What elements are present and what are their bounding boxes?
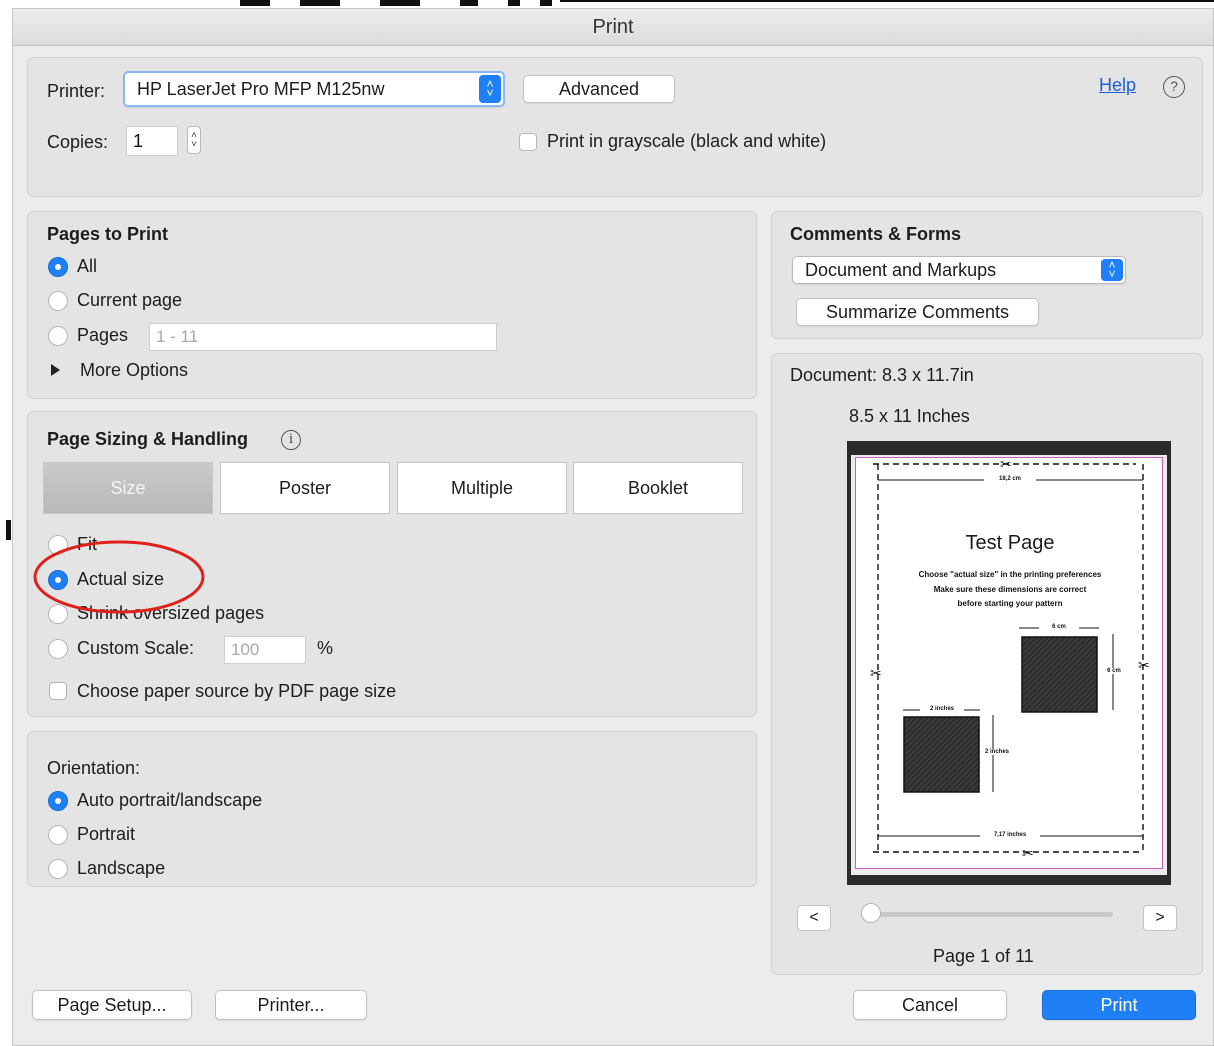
radio-current-page-label: Current page — [77, 290, 183, 310]
chevron-updown-icon: ˄ ˅ — [479, 75, 501, 103]
chevron-updown-icon: ˄ ˅ — [1101, 259, 1123, 281]
print-button[interactable]: Print — [1042, 990, 1196, 1020]
test-page-line-2: Make sure these dimensions are correct — [933, 585, 1087, 594]
dimension-square-cm-height: 6 cm — [1101, 668, 1127, 674]
radio-custom-scale[interactable] — [48, 639, 68, 659]
radio-pages-label: Pages — [77, 325, 129, 345]
copies-stepper[interactable]: ˄ ˅ — [187, 126, 201, 154]
paper-source-checkbox[interactable] — [49, 682, 67, 700]
print-dialog: Print Printer: HP LaserJet Pro MFP M125n… — [12, 8, 1214, 1046]
next-page-button[interactable]: > — [1143, 905, 1177, 931]
radio-landscape-label: Landscape — [77, 858, 166, 878]
advanced-button[interactable]: Advanced — [523, 75, 675, 103]
preview-paper: ✂ ✂ ✂ ✂ Test Page Choose "actual size" i… — [851, 455, 1167, 875]
previous-page-button[interactable]: < — [797, 905, 831, 931]
background-line — [560, 0, 1214, 2]
dimension-square-cm-width: 6 cm — [1039, 624, 1079, 630]
radio-landscape[interactable] — [48, 859, 68, 879]
info-icon[interactable]: i — [281, 430, 301, 450]
document-size-label: Document: 8.3 x 11.7in — [790, 365, 974, 385]
copies-label: Copies: — [47, 132, 109, 152]
comments-forms-select[interactable]: Document and Markups ˄ ˅ — [792, 256, 1126, 284]
radio-current-page[interactable] — [48, 291, 68, 311]
scissors-icon: ✂ — [870, 665, 882, 681]
preview-page: ✂ ✂ ✂ ✂ Test Page Choose "actual size" i… — [855, 457, 1163, 869]
printer-select[interactable]: HP LaserJet Pro MFP M125nw ˄ ˅ — [123, 71, 505, 107]
page-sizing-title: Page Sizing & Handling — [47, 429, 249, 449]
background-mark — [240, 0, 270, 6]
background-mark — [300, 0, 340, 6]
custom-scale-input[interactable]: 100 — [224, 636, 306, 664]
printer-label: Printer: — [47, 81, 106, 101]
paper-size-label: 8.5 x 11 Inches — [849, 406, 970, 426]
grayscale-checkbox[interactable] — [519, 133, 537, 151]
radio-portrait-label: Portrait — [77, 824, 136, 844]
radio-all[interactable] — [48, 257, 68, 277]
printer-button[interactable]: Printer... — [215, 990, 367, 1020]
radio-pages[interactable] — [48, 326, 68, 346]
background-mark — [6, 520, 11, 540]
page-preview: ✂ ✂ ✂ ✂ Test Page Choose "actual size" i… — [847, 441, 1171, 885]
radio-all-label: All — [77, 256, 98, 276]
test-page-line-3: before starting your pattern — [957, 599, 1063, 608]
page-slider-knob[interactable] — [861, 903, 881, 923]
background-mark — [540, 0, 552, 6]
dimension-top: 18,2 cm — [984, 476, 1036, 482]
test-page-line-1: Choose "actual size" in the printing pre… — [918, 570, 1102, 579]
background-mark — [508, 0, 520, 6]
scissors-icon: ✂ — [1000, 458, 1012, 472]
tab-size[interactable]: Size — [43, 462, 213, 514]
test-page-title: Test Page — [965, 532, 1055, 554]
page-setup-button[interactable]: Page Setup... — [32, 990, 192, 1020]
summarize-comments-button[interactable]: Summarize Comments — [796, 298, 1039, 326]
paper-source-label: Choose paper source by PDF page size — [77, 681, 397, 701]
copies-input[interactable]: 1 — [126, 126, 178, 156]
red-circle-annotation — [33, 540, 205, 614]
square-2in — [903, 716, 980, 793]
percent-label: % — [317, 638, 334, 658]
page-range-input[interactable]: 1 - 11 — [149, 323, 497, 351]
tab-multiple[interactable]: Multiple — [397, 462, 567, 514]
radio-custom-scale-label: Custom Scale: — [77, 638, 195, 658]
dimension-square-in-width: 2 inches — [920, 706, 964, 712]
comments-forms-value: Document and Markups — [805, 260, 997, 280]
dimension-bottom: 7,17 inches — [980, 832, 1040, 838]
background-mark — [460, 0, 478, 6]
orientation-title: Orientation: — [47, 758, 141, 778]
pages-to-print-title: Pages to Print — [47, 224, 169, 244]
comments-forms-title: Comments & Forms — [790, 224, 962, 244]
cancel-button[interactable]: Cancel — [853, 990, 1007, 1020]
help-icon[interactable]: ? — [1163, 76, 1185, 98]
test-page-drawing: ✂ ✂ ✂ ✂ — [870, 458, 1150, 861]
dimension-square-in-height: 2 inches — [980, 749, 1014, 755]
dialog-title: Print — [13, 9, 1213, 46]
scissors-icon: ✂ — [1138, 657, 1150, 673]
radio-auto-orientation-label: Auto portrait/landscape — [77, 790, 263, 810]
scissors-icon: ✂ — [1022, 845, 1034, 861]
background-mark — [380, 0, 420, 6]
tab-booklet[interactable]: Booklet — [573, 462, 743, 514]
disclosure-triangle-icon[interactable] — [51, 364, 60, 376]
more-options-label[interactable]: More Options — [80, 360, 188, 381]
page-indicator: Page 1 of 11 — [933, 946, 1034, 966]
grayscale-label: Print in grayscale (black and white) — [547, 131, 827, 151]
radio-auto-orientation[interactable] — [48, 791, 68, 811]
page-slider-track[interactable] — [865, 912, 1113, 917]
radio-portrait[interactable] — [48, 825, 68, 845]
printer-select-value: HP LaserJet Pro MFP M125nw — [137, 79, 385, 99]
square-6cm — [1021, 636, 1098, 713]
help-link[interactable]: Help — [1099, 75, 1136, 96]
tab-poster[interactable]: Poster — [220, 462, 390, 514]
